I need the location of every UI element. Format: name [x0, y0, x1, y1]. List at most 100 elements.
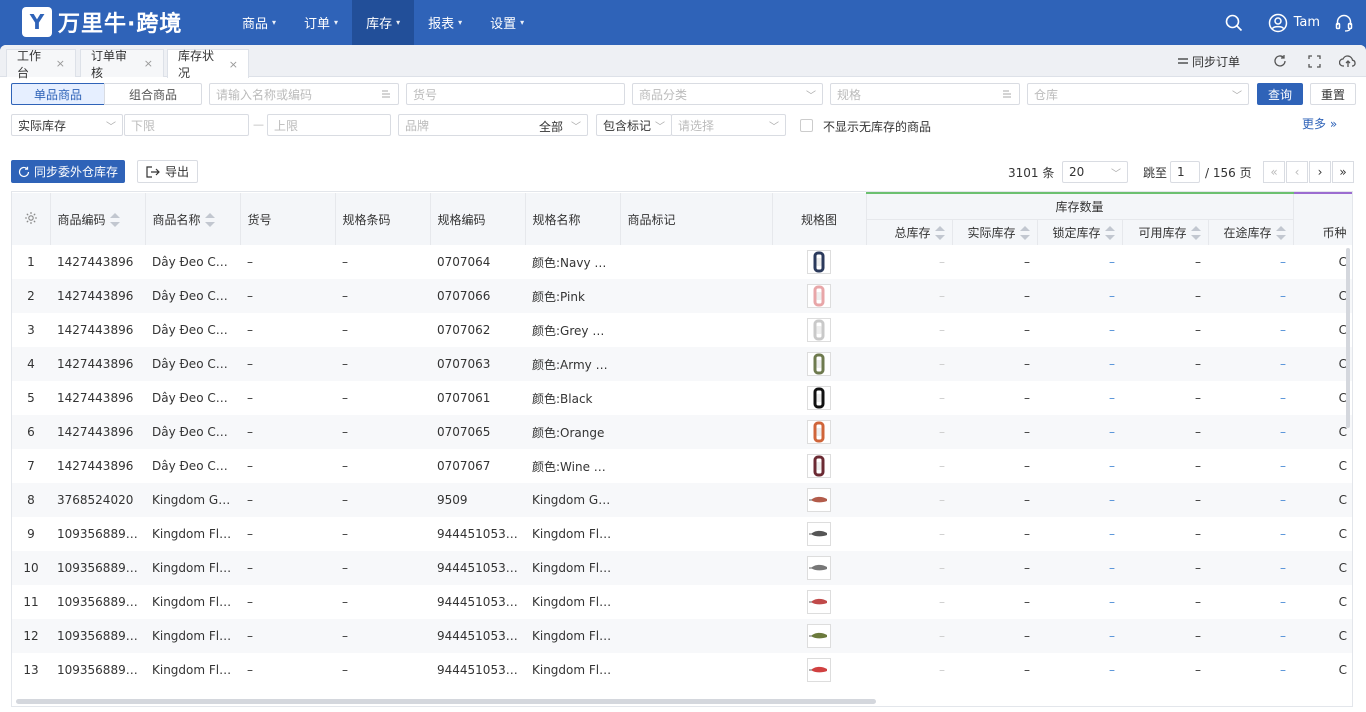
tag-mode-select[interactable]: 包含标记 ﹀: [596, 114, 672, 136]
header-goods-code[interactable]: 商品编码: [50, 193, 146, 245]
product-thumbnail[interactable]: [807, 488, 831, 512]
cell-sku: –: [247, 663, 253, 677]
product-thumbnail[interactable]: [807, 590, 831, 614]
tag-select[interactable]: 请选择 ﹀: [671, 114, 786, 136]
header-actual-stock[interactable]: 实际库存: [952, 219, 1038, 245]
cell-goods-code: 1427443896: [50, 347, 145, 381]
app-logo[interactable]: Y 万里牛·跨境: [22, 6, 182, 38]
reset-button[interactable]: 重置: [1310, 83, 1356, 105]
gear-icon[interactable]: [24, 211, 38, 225]
sort-icon[interactable]: [1104, 226, 1115, 241]
table-row[interactable]: 11 10935688980 Kingdom Flo… – –94445105329 Ki…: [12, 585, 1352, 619]
product-thumbnail[interactable]: [807, 658, 831, 682]
vertical-scrollbar[interactable]: [1346, 248, 1350, 428]
next-page-icon[interactable]: ›: [1309, 161, 1331, 183]
table-row[interactable]: 10 10935688980 Kingdom Flo… – –94445105331 Ki…: [12, 551, 1352, 585]
table-row[interactable]: 4 1427443896 Dây Đeo Ch… – –0707063 颜色:Army G…: [12, 347, 1352, 381]
table-row[interactable]: 9 10935688980 Kingdom Flo… – –94445105330 Kin…: [12, 517, 1352, 551]
nav-label: 库存: [366, 17, 393, 32]
table-row[interactable]: 6 1427443896 Dây Đeo Ch… – –0707065 颜色:Orange…: [12, 415, 1352, 449]
product-thumbnail[interactable]: [807, 318, 831, 342]
stock-type-select[interactable]: 实际库存 ﹀: [11, 114, 123, 136]
sync-outsource-stock-button[interactable]: 同步委外仓库存: [11, 160, 125, 183]
query-button[interactable]: 查询: [1257, 83, 1303, 105]
first-page-icon[interactable]: «: [1263, 161, 1285, 183]
tab-workbench[interactable]: 工作台 ×: [6, 49, 76, 80]
category-select[interactable]: 商品分类 ﹀: [632, 83, 823, 105]
table-row[interactable]: 7 1427443896 Dây Đeo Ch… – –0707067 颜色:Wine R…: [12, 449, 1352, 483]
warehouse-select[interactable]: 仓库 ﹀: [1027, 83, 1249, 105]
column-settings-header[interactable]: [12, 193, 51, 245]
sort-icon[interactable]: [1019, 226, 1030, 241]
horizontal-scrollbar[interactable]: [16, 699, 876, 704]
sort-icon[interactable]: [1275, 226, 1286, 241]
close-icon[interactable]: ×: [56, 57, 65, 70]
nav-item-inventory[interactable]: 库存 ▾: [352, 0, 415, 45]
cell-spec-name: 颜色:Grey W…: [532, 323, 617, 338]
search-icon[interactable]: [1224, 13, 1244, 33]
table-row[interactable]: 1 1427443896 Dây Đeo Ch… – –0707064 颜色:Navy B…: [12, 245, 1352, 279]
brand-scope-value[interactable]: 全部: [539, 118, 563, 135]
product-thumbnail[interactable]: [807, 284, 831, 308]
product-thumbnail[interactable]: [807, 250, 831, 274]
lower-bound-input[interactable]: 下限: [124, 114, 249, 136]
nav-item-orders[interactable]: 订单 ▾: [290, 0, 352, 45]
product-thumbnail[interactable]: [807, 420, 831, 444]
prev-page-icon[interactable]: ‹: [1286, 161, 1308, 183]
tab-order-review[interactable]: 订单审核 ×: [80, 49, 164, 80]
table-row[interactable]: 13 10935688980 Kingdom Flo… – –94445105328 Ki…: [12, 653, 1352, 687]
table-row[interactable]: 5 1427443896 Dây Đeo Ch… – –0707061 颜色:Black –…: [12, 381, 1352, 415]
more-filters-link[interactable]: 更多 »: [1302, 115, 1337, 132]
sync-orders-button[interactable]: 同步订单: [1177, 53, 1240, 70]
upper-bound-input[interactable]: 上限: [267, 114, 391, 136]
table-row[interactable]: 8 3768524020 Kingdom GE… – –9509 Kingdom GE… –…: [12, 483, 1352, 517]
cloud-upload-icon[interactable]: [1338, 51, 1358, 71]
product-thumbnail[interactable]: [807, 454, 831, 478]
close-icon[interactable]: ×: [144, 57, 153, 70]
headset-icon[interactable]: [1334, 13, 1354, 33]
tag-placeholder: 请选择: [678, 118, 715, 133]
close-icon[interactable]: ×: [229, 58, 238, 71]
sort-icon[interactable]: [204, 213, 215, 227]
cell-spec-name: 颜色:Black: [532, 391, 593, 406]
header-currency-group: [1293, 192, 1352, 219]
table-row[interactable]: 2 1427443896 Dây Đeo Ch… – –0707066 颜色:Pink – –…: [12, 279, 1352, 313]
nav-item-goods[interactable]: 商品 ▾: [228, 0, 290, 45]
header-locked-stock[interactable]: 锁定库存: [1037, 219, 1123, 245]
table-row[interactable]: 12 10935688980 Kingdom Flo… – –94445105327 Ki…: [12, 619, 1352, 653]
header-goods-name[interactable]: 商品名称: [145, 193, 241, 245]
brand-input[interactable]: 品牌 全部 ﹀: [398, 114, 588, 136]
product-thumbnail[interactable]: [807, 352, 831, 376]
nav-item-reports[interactable]: 报表 ▾: [414, 0, 476, 45]
sort-icon[interactable]: [1190, 226, 1201, 241]
sort-icon[interactable]: [109, 213, 120, 227]
nav-item-settings[interactable]: 设置 ▾: [476, 0, 538, 45]
tab-inventory-status[interactable]: 库存状况 ×: [167, 49, 249, 80]
spec-input[interactable]: 规格: [830, 83, 1020, 105]
page-jump-input[interactable]: 1: [1170, 161, 1200, 183]
name-code-input[interactable]: 请输入名称或编码: [209, 83, 399, 105]
seg-combo-goods[interactable]: 组合商品: [104, 83, 202, 105]
product-thumbnail[interactable]: [807, 386, 831, 410]
sort-icon[interactable]: [934, 226, 945, 241]
cell-goods-code: 10935688980: [57, 595, 141, 609]
product-thumbnail[interactable]: [807, 522, 831, 546]
page-size-select[interactable]: 20 ﹀: [1062, 161, 1128, 183]
seg-single-goods[interactable]: 单品商品: [11, 83, 105, 105]
fullscreen-icon[interactable]: [1304, 51, 1324, 71]
refresh-icon[interactable]: [1270, 51, 1290, 71]
header-total-stock[interactable]: 总库存: [866, 219, 953, 245]
header-transit-stock[interactable]: 在途库存: [1208, 219, 1294, 245]
table-row[interactable]: 3 1427443896 Dây Đeo Ch… – –0707062 颜色:Grey W…: [12, 313, 1352, 347]
cell-goods-tag: [620, 279, 772, 313]
export-button[interactable]: 导出: [137, 160, 198, 183]
header-available-stock[interactable]: 可用库存: [1122, 219, 1209, 245]
user-menu[interactable]: Tam: [1268, 13, 1320, 33]
cell-spec-image: [772, 245, 866, 279]
product-thumbnail[interactable]: [807, 556, 831, 580]
cell-actual-stock: –: [1024, 391, 1030, 405]
hide-empty-checkbox[interactable]: [800, 119, 813, 132]
product-thumbnail[interactable]: [807, 624, 831, 648]
last-page-icon[interactable]: »: [1332, 161, 1354, 183]
sku-input[interactable]: 货号: [406, 83, 625, 105]
